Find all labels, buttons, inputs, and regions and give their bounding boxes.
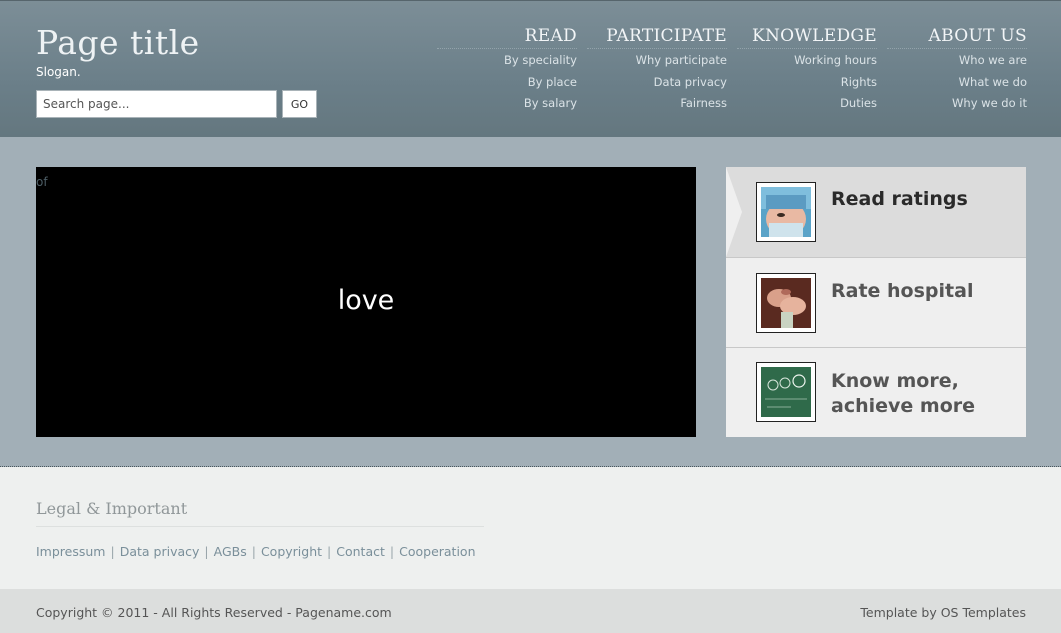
link-separator: |: [110, 544, 115, 559]
active-tab-arrow-icon: [726, 167, 742, 257]
slider-counter: of: [36, 175, 48, 189]
nav-link-rights[interactable]: Rights: [737, 71, 877, 93]
tab-know-more[interactable]: Know more, achieve more: [726, 348, 1026, 437]
nav-link-data-privacy[interactable]: Data privacy: [587, 71, 727, 93]
nav-link-by-speciality[interactable]: By speciality: [437, 49, 577, 71]
nav-head-participate[interactable]: PARTICIPATE: [587, 25, 727, 49]
tab-label: Know more, achieve more: [831, 370, 976, 417]
nav-knowledge: KNOWLEDGE Working hours Rights Duties: [737, 25, 877, 114]
legal-links: Impressum | Data privacy | AGBs | Copyright | Co…: [36, 544, 476, 559]
footer-link-data-privacy[interactable]: Data privacy: [120, 544, 200, 559]
tab-label: Rate hospital: [831, 280, 974, 302]
nav-link-by-place[interactable]: By place: [437, 71, 577, 93]
footer-link-copyright[interactable]: Copyright: [261, 544, 322, 559]
footer-link-agbs[interactable]: AGBs: [214, 544, 247, 559]
slider-caption: love: [337, 285, 395, 316]
template-credit-link[interactable]: Template by OS Templates: [860, 605, 1026, 620]
nav-link-by-salary[interactable]: By salary: [437, 92, 577, 114]
link-separator: |: [204, 544, 209, 559]
featured-slider[interactable]: of love: [36, 167, 696, 437]
copyright-bar: Copyright © 2011 - All Rights Reserved -…: [0, 589, 1061, 633]
nav-head-read[interactable]: READ: [437, 25, 577, 49]
link-separator: |: [389, 544, 395, 559]
search-input[interactable]: [36, 90, 277, 118]
tab-label: Read ratings: [831, 188, 968, 210]
link-separator: |: [327, 544, 332, 559]
nav-link-why-we-do-it[interactable]: Why we do it: [887, 92, 1027, 114]
nav-head-about-us[interactable]: ABOUT US: [887, 25, 1027, 49]
site-title[interactable]: Page title: [36, 23, 200, 62]
feature-tabs: Read ratings Rate hospital Know more, ac…: [726, 167, 1026, 437]
search-go-button[interactable]: GO: [282, 90, 317, 118]
footer-link-contact[interactable]: Contact: [336, 544, 385, 559]
nav-about-us: ABOUT US Who we are What we do Why we do…: [887, 25, 1027, 114]
footer-link-impressum[interactable]: Impressum: [36, 544, 105, 559]
nav-participate: PARTICIPATE Why participate Data privacy…: [587, 25, 727, 114]
featured-area: of love Read ratings Rate hospital Know …: [0, 137, 1061, 467]
link-separator: |: [251, 544, 256, 559]
nav-link-working-hours[interactable]: Working hours: [737, 49, 877, 71]
copyright-text: Copyright © 2011 - All Rights Reserved -…: [36, 605, 392, 620]
nav-link-fairness[interactable]: Fairness: [587, 92, 727, 114]
tab-rate-hospital[interactable]: Rate hospital: [726, 258, 1026, 348]
nav-head-knowledge[interactable]: KNOWLEDGE: [737, 25, 877, 49]
chalkboard-photo-icon: [756, 362, 816, 422]
site-slogan: Slogan.: [36, 65, 81, 79]
nav-read: READ By speciality By place By salary: [437, 25, 577, 114]
nav-link-why-participate[interactable]: Why participate: [587, 49, 727, 71]
footer-link-cooperation[interactable]: Cooperation: [399, 544, 475, 559]
site-header: Page title Slogan. GO READ By speciality…: [0, 0, 1061, 137]
hands-photo-icon: [756, 273, 816, 333]
tab-read-ratings[interactable]: Read ratings: [726, 167, 1026, 258]
surgeon-photo-icon: [756, 182, 816, 242]
nav-link-duties[interactable]: Duties: [737, 92, 877, 114]
footer-links-area: Legal & Important Impressum | Data privacy…: [0, 468, 1061, 589]
nav-link-who-we-are[interactable]: Who we are: [887, 49, 1027, 71]
nav-link-what-we-do[interactable]: What we do: [887, 71, 1027, 93]
legal-heading: Legal & Important: [36, 499, 484, 527]
